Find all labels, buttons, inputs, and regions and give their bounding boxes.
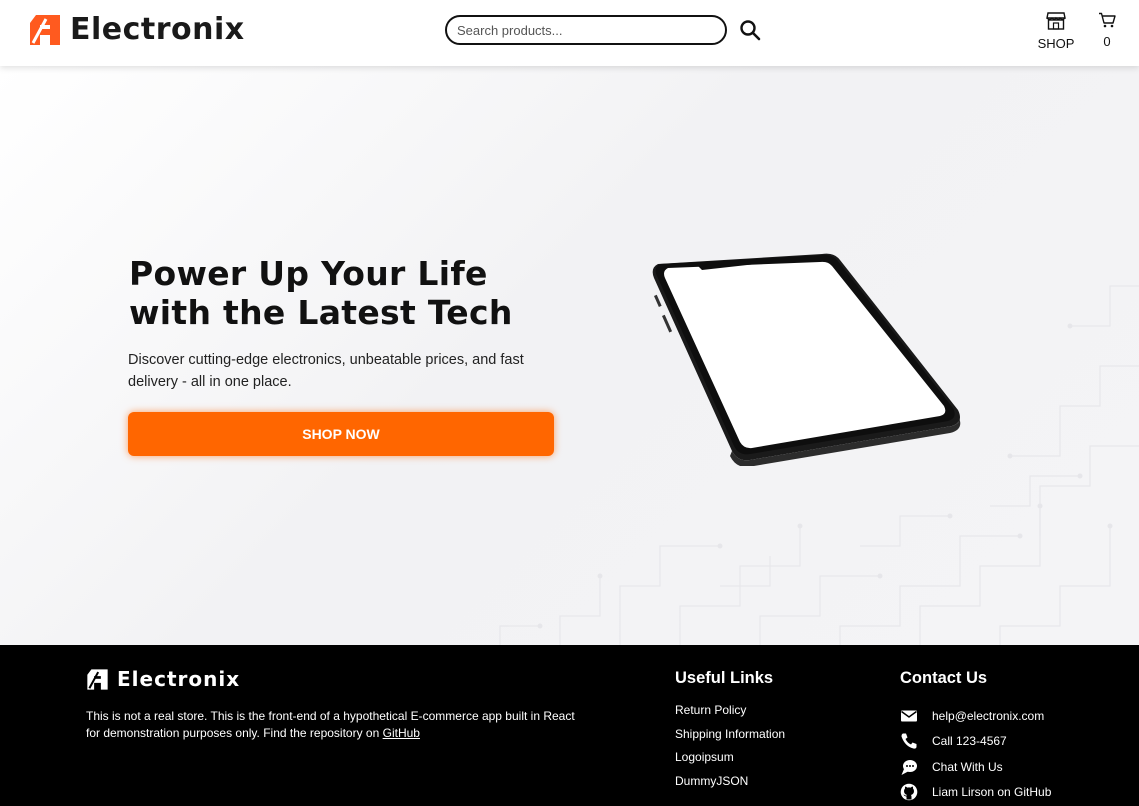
nav-cart-link[interactable]: 0	[1095, 12, 1119, 49]
hero-title: Power Up Your Life with the Latest Tech	[129, 254, 513, 332]
hero-subtitle: Discover cutting-edge electronics, unbea…	[128, 352, 524, 390]
brand-logo[interactable]: Electronix	[28, 12, 245, 47]
search-icon	[740, 20, 761, 41]
footer-description-text: This is not a real store. This is the fr…	[86, 709, 575, 740]
useful-links-title: Useful Links	[675, 669, 774, 687]
contact-us-title: Contact Us	[900, 669, 988, 687]
brand-name: Electronix	[70, 12, 245, 47]
hero-section: Power Up Your Life with the Latest Tech …	[0, 66, 1139, 645]
footer-brand-name: Electronix	[117, 667, 241, 691]
cart-count: 0	[1103, 34, 1111, 49]
cart-icon	[1099, 12, 1116, 28]
link-logoipsum[interactable]: Logoipsum	[675, 750, 785, 774]
github-repo-link[interactable]: GitHub	[383, 726, 420, 740]
shop-now-button[interactable]: SHOP NOW	[128, 412, 554, 456]
contact-github[interactable]: Liam Lirson on GitHub	[900, 780, 1051, 806]
site-footer: Electronix This is not a real store. Thi…	[0, 645, 1139, 806]
logo-icon	[87, 668, 108, 690]
useful-links-list: Return Policy Shipping Information Logoi…	[675, 703, 785, 797]
nav-shop-link[interactable]: SHOP	[1036, 12, 1076, 51]
contact-email-label: help@electronix.com	[932, 708, 1045, 723]
contact-phone-label: Call 123-4567	[932, 734, 1007, 749]
link-return-policy[interactable]: Return Policy	[675, 703, 785, 727]
contact-phone[interactable]: Call 123-4567	[900, 729, 1051, 755]
search-input[interactable]	[445, 15, 727, 45]
footer-description: This is not a real store. This is the fr…	[86, 708, 586, 742]
search-bar	[445, 15, 761, 45]
contact-chat-label: Chat With Us	[932, 759, 1003, 774]
github-icon	[900, 783, 918, 801]
contact-github-label: Liam Lirson on GitHub	[932, 785, 1052, 800]
email-icon	[901, 710, 917, 722]
chat-icon	[901, 759, 917, 775]
contact-list: help@electronix.com Call 123-4567 Chat W…	[900, 703, 1051, 805]
link-dummyjson[interactable]: DummyJSON	[675, 774, 785, 798]
link-shipping-information[interactable]: Shipping Information	[675, 727, 785, 751]
nav-shop-label: SHOP	[1037, 36, 1075, 51]
search-button[interactable]	[739, 19, 761, 41]
site-header: Electronix SHOP 0	[0, 0, 1139, 66]
contact-chat[interactable]: Chat With Us	[900, 754, 1051, 780]
smartphone-image	[652, 253, 961, 466]
store-icon	[1046, 12, 1066, 30]
contact-email[interactable]: help@electronix.com	[900, 703, 1051, 729]
phone-icon	[901, 733, 917, 749]
logo-icon	[30, 14, 60, 45]
footer-brand-logo[interactable]: Electronix	[86, 667, 240, 691]
